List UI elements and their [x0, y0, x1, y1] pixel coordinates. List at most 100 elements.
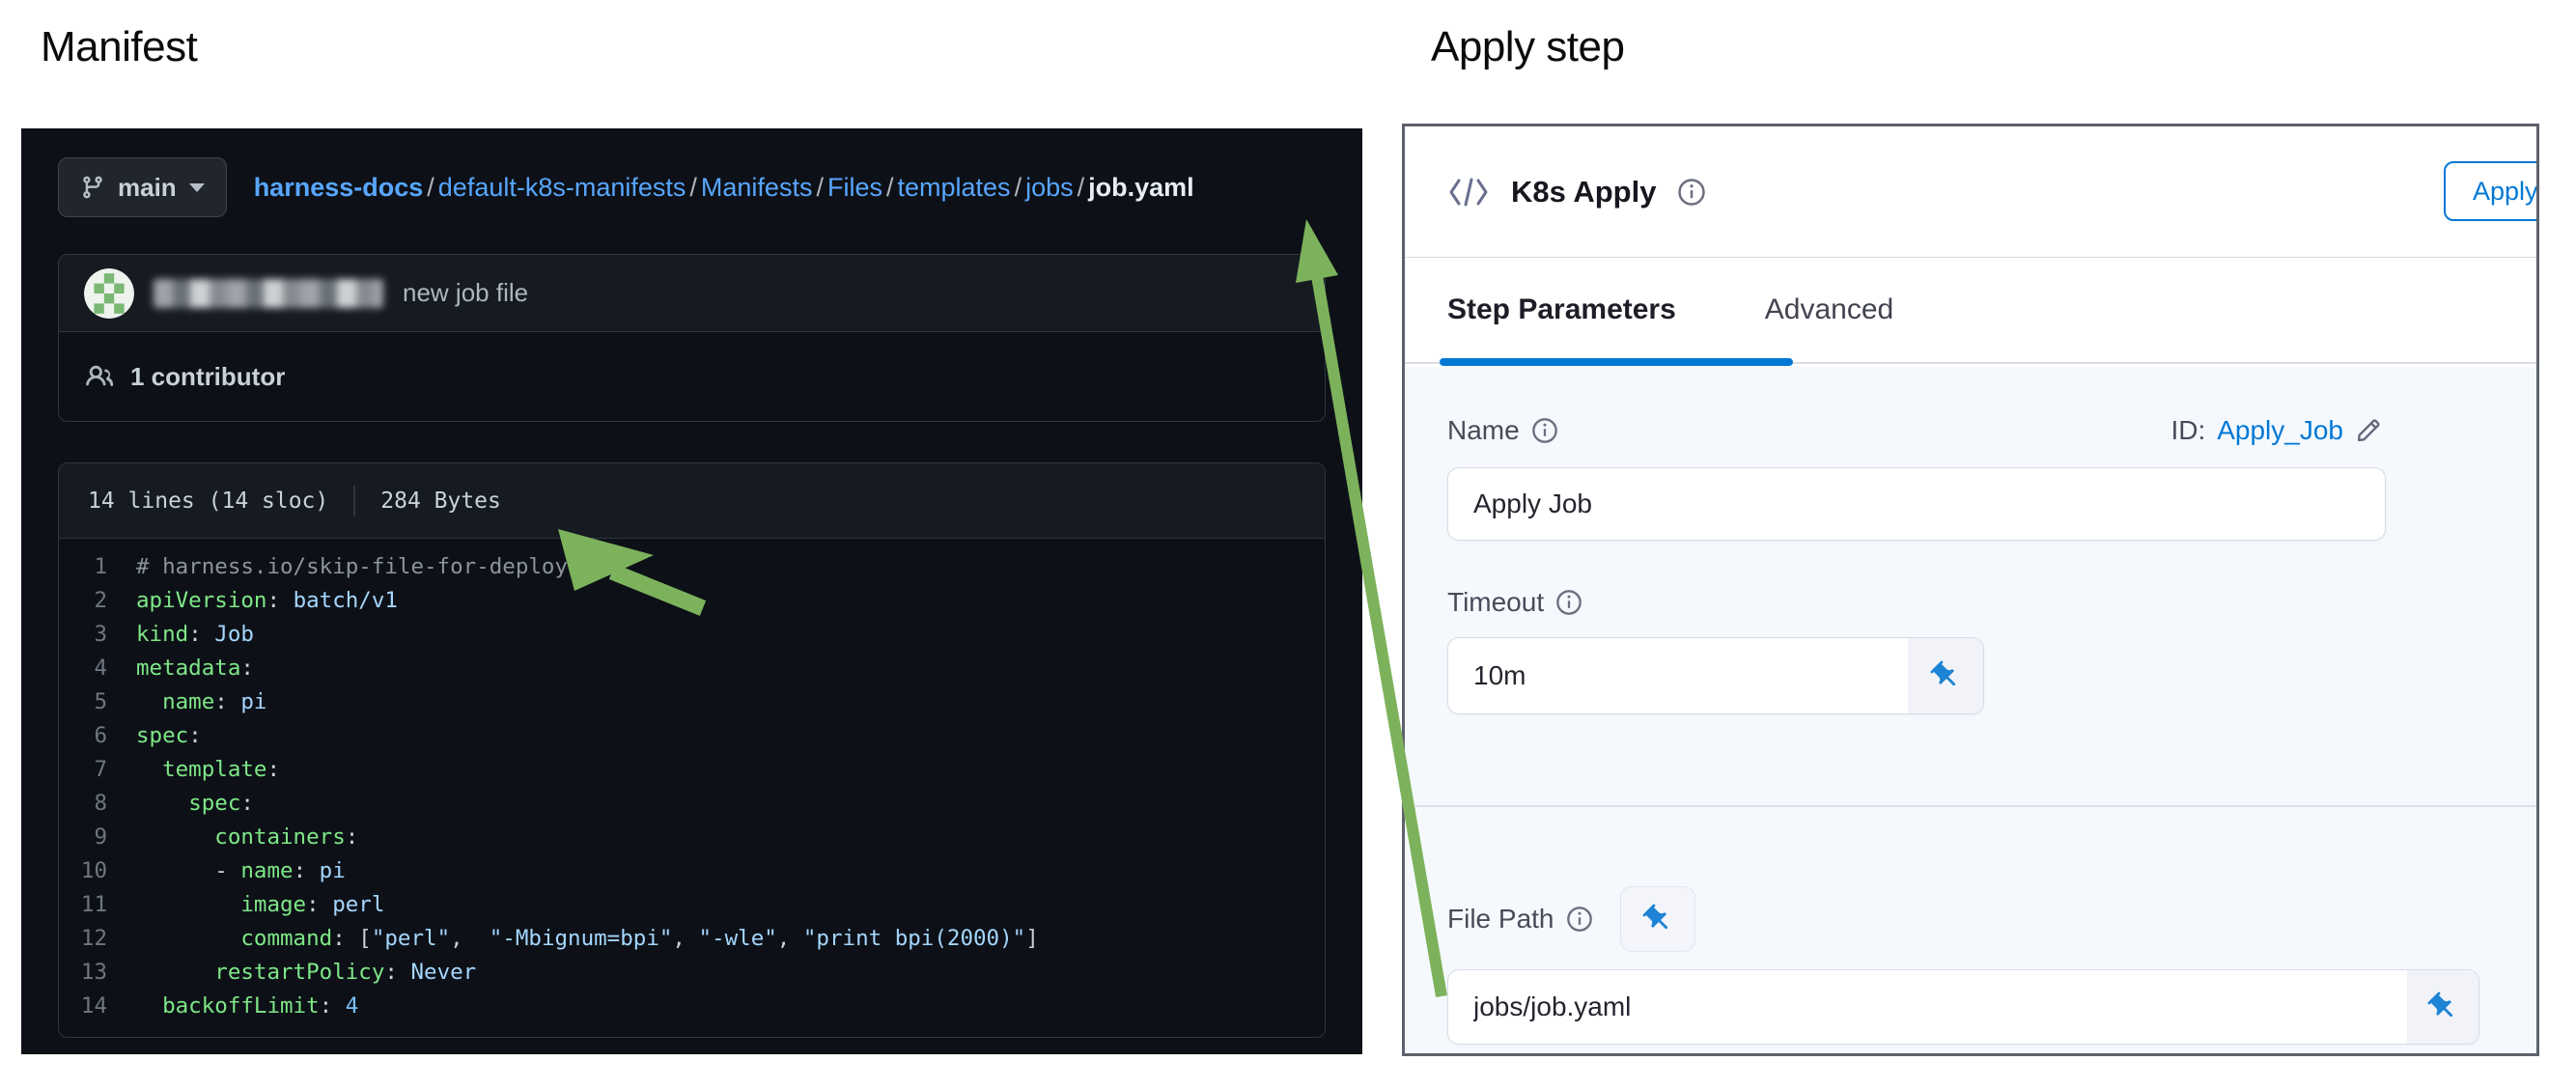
line-number[interactable]: 4	[59, 652, 136, 685]
latest-commit-card: new job file 1 contributor	[58, 254, 1326, 422]
code-area: 1# harness.io/skip-file-for-deploy2apiVe…	[59, 539, 1325, 1037]
line-number[interactable]: 6	[59, 719, 136, 753]
pin-toggle-button[interactable]	[1908, 638, 1983, 713]
branch-selector-button[interactable]: main	[58, 157, 227, 217]
name-label: Name	[1447, 415, 1520, 446]
code-token: ,	[777, 922, 803, 956]
breadcrumb-item[interactable]: default-k8s-manifests	[438, 173, 686, 202]
code-token	[136, 990, 162, 1023]
breadcrumb-item: job.yaml	[1088, 173, 1194, 202]
commit-message[interactable]: new job file	[403, 278, 528, 308]
line-number[interactable]: 12	[59, 922, 136, 956]
timeout-input[interactable]	[1448, 638, 1908, 713]
k8s-apply-step-panel: K8s Apply Apply Step Parameters Advanced…	[1402, 124, 2539, 1056]
chevron-down-icon	[189, 183, 205, 192]
line-number[interactable]: 1	[59, 550, 136, 584]
step-title: K8s Apply	[1511, 175, 1656, 209]
line-number[interactable]: 11	[59, 888, 136, 922]
git-branch-icon	[80, 175, 105, 200]
apply-changes-button[interactable]: Apply	[2444, 161, 2539, 221]
manifest-heading: Manifest	[41, 23, 197, 71]
breadcrumb-item[interactable]: Manifests	[701, 173, 813, 202]
step-id-group: ID: Apply_Job	[2170, 415, 2382, 446]
code-token: metadata	[136, 652, 240, 685]
code-line: 1# harness.io/skip-file-for-deploy	[59, 550, 1325, 584]
blob-header: 14 lines (14 sloc) 284 Bytes	[59, 463, 1325, 539]
timeout-label: Timeout	[1447, 587, 1544, 618]
pin-toggle-button[interactable]	[1620, 886, 1695, 952]
code-token: name	[162, 685, 214, 719]
step-header: K8s Apply Apply	[1405, 126, 2536, 258]
code-line: 7 template:	[59, 753, 1325, 787]
code-token: command	[240, 922, 332, 956]
code-token: ,	[672, 922, 698, 956]
line-number[interactable]: 7	[59, 753, 136, 787]
code-token: :	[214, 685, 240, 719]
edit-pencil-icon[interactable]	[2355, 417, 2382, 444]
code-line: 13 restartPolicy: Never	[59, 956, 1325, 990]
breadcrumb-item[interactable]: Files	[827, 173, 882, 202]
step-id-link[interactable]: Apply_Job	[2217, 415, 2343, 446]
code-token: "perl"	[372, 922, 450, 956]
code-token	[136, 821, 214, 854]
breadcrumb-item[interactable]: templates	[898, 173, 1011, 202]
code-token: :	[294, 854, 320, 888]
timeout-input-group	[1447, 637, 1984, 714]
code-token: ,	[450, 922, 490, 956]
section-divider	[1405, 805, 2536, 807]
code-token: -	[136, 854, 240, 888]
info-icon[interactable]	[1566, 906, 1593, 933]
github-file-panel: main harness-docs/default-k8s-manifests/…	[21, 128, 1362, 1054]
breadcrumb-separator: /	[816, 173, 824, 202]
breadcrumb-item[interactable]: harness-docs	[254, 173, 424, 202]
code-token	[136, 787, 188, 821]
line-number[interactable]: 5	[59, 685, 136, 719]
branch-name: main	[118, 173, 177, 203]
code-token: # harness.io/skip-file-for-deploy	[136, 550, 568, 584]
code-token: :	[240, 787, 254, 821]
tab-step-parameters[interactable]: Step Parameters	[1447, 293, 1676, 326]
line-number[interactable]: 13	[59, 956, 136, 990]
code-token	[136, 888, 240, 922]
name-input[interactable]	[1447, 467, 2386, 541]
breadcrumb-item[interactable]: jobs	[1025, 173, 1074, 202]
tab-advanced[interactable]: Advanced	[1765, 293, 1893, 326]
file-blob-card: 14 lines (14 sloc) 284 Bytes 1# harness.…	[58, 462, 1326, 1038]
pin-toggle-button[interactable]	[2407, 970, 2478, 1044]
code-line: 4metadata:	[59, 652, 1325, 685]
breadcrumb: harness-docs/default-k8s-manifests/Manif…	[254, 173, 1194, 203]
breadcrumb-separator: /	[689, 173, 697, 202]
apply-step-heading: Apply step	[1431, 23, 1624, 71]
line-number[interactable]: 2	[59, 584, 136, 618]
code-token: "-wle"	[699, 922, 777, 956]
line-number[interactable]: 8	[59, 787, 136, 821]
commit-author-avatar[interactable]	[84, 268, 134, 319]
code-line: 10 - name: pi	[59, 854, 1325, 888]
name-label-group: Name	[1447, 415, 1558, 446]
code-token	[136, 685, 162, 719]
id-label: ID:	[2170, 415, 2205, 446]
line-number[interactable]: 10	[59, 854, 136, 888]
code-line: 3kind: Job	[59, 618, 1325, 652]
line-number[interactable]: 3	[59, 618, 136, 652]
breadcrumb-separator: /	[1015, 173, 1022, 202]
contributors-count[interactable]: 1 contributor	[130, 362, 285, 392]
contributors-row: 1 contributor	[59, 332, 1325, 421]
code-token: spec	[188, 787, 240, 821]
file-path-label-row: File Path	[1447, 886, 2494, 952]
commit-author-redacted	[154, 279, 383, 308]
code-line: 5 name: pi	[59, 685, 1325, 719]
file-path-input[interactable]	[1448, 970, 2407, 1044]
breadcrumb-separator: /	[1078, 173, 1085, 202]
step-tabs: Step Parameters Advanced	[1405, 258, 2536, 364]
info-icon[interactable]	[1531, 417, 1558, 444]
code-token	[136, 922, 240, 956]
code-token	[136, 956, 214, 990]
code-token: :	[384, 956, 410, 990]
line-number[interactable]: 9	[59, 821, 136, 854]
code-token: image	[240, 888, 306, 922]
info-icon[interactable]	[1677, 178, 1706, 207]
line-number[interactable]: 14	[59, 990, 136, 1023]
code-line: 12 command: ["perl", "-Mbignum=bpi", "-w…	[59, 922, 1325, 956]
info-icon[interactable]	[1555, 589, 1582, 616]
